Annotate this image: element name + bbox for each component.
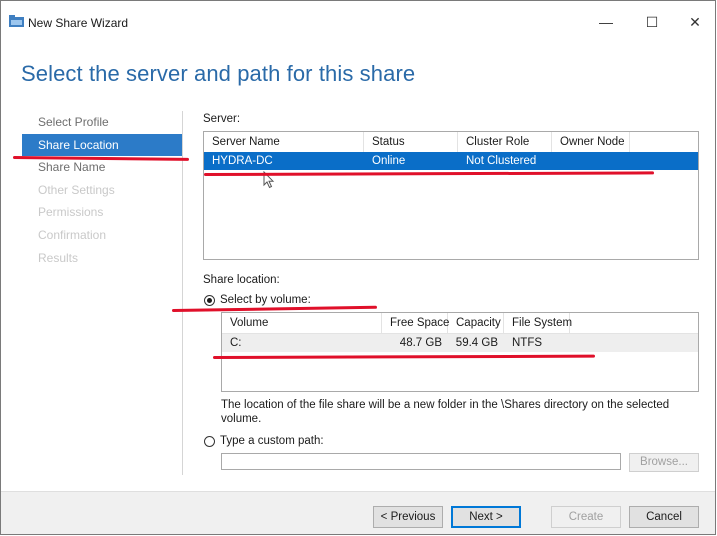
- custom-path-radio[interactable]: [204, 436, 215, 447]
- custom-path-input[interactable]: [221, 453, 621, 470]
- location-info-text: The location of the file share will be a…: [221, 399, 670, 425]
- column-header-free-space[interactable]: Free Space: [382, 313, 449, 333]
- next-button[interactable]: Next >: [451, 506, 521, 528]
- previous-button[interactable]: < Previous: [373, 506, 443, 528]
- share-folder-icon: [9, 15, 24, 27]
- free-space-cell: 48.7 GB: [399, 337, 442, 349]
- page-title: Select the server and path for this shar…: [21, 61, 416, 86]
- status-cell: Online: [372, 155, 406, 167]
- nav-item-results: Results: [38, 250, 79, 265]
- column-header-cluster-role[interactable]: Cluster Role: [458, 132, 552, 152]
- cluster-role-cell: Not Clustered: [466, 155, 537, 167]
- nav-item-share-location[interactable]: Share Location: [22, 133, 182, 157]
- nav-item-select-profile[interactable]: Select Profile: [22, 111, 182, 134]
- minimize-button[interactable]: —: [586, 9, 626, 35]
- select-by-volume-radio[interactable]: [204, 295, 215, 306]
- owner-node-cell: [552, 152, 630, 170]
- browse-button[interactable]: Browse...: [629, 453, 699, 472]
- cancel-button[interactable]: Cancel: [629, 506, 699, 528]
- table-row[interactable]: HYDRA-DC Online Not Clustered: [204, 152, 698, 170]
- share-location-label: Share location:: [203, 274, 280, 286]
- file-system-cell: NTFS: [512, 337, 543, 349]
- nav-item-confirmation: Confirmation: [38, 227, 107, 242]
- wizard-nav: Select Profile Share Location Share Name…: [22, 111, 182, 269]
- select-by-volume-label[interactable]: Select by volume:: [220, 294, 311, 306]
- server-table[interactable]: Server Name Status Cluster Role Owner No…: [203, 131, 699, 260]
- column-header-volume[interactable]: Volume: [222, 313, 382, 333]
- column-header-capacity[interactable]: Capacity: [448, 313, 504, 333]
- volume-table-header: Volume Free Space Capacity File System: [222, 313, 698, 334]
- server-label: Server:: [203, 113, 241, 125]
- server-name-cell: HYDRA-DC: [212, 155, 273, 167]
- column-header-file-system[interactable]: File System: [504, 313, 572, 333]
- column-header-owner-node[interactable]: Owner Node: [552, 132, 630, 152]
- table-row[interactable]: C: 48.7 GB 59.4 GB NTFS: [222, 334, 698, 352]
- title-bar[interactable]: New Share Wizard — ☐ ✕: [1, 1, 715, 33]
- server-table-header: Server Name Status Cluster Role Owner No…: [204, 132, 698, 153]
- nav-divider: [182, 111, 183, 475]
- column-header-status[interactable]: Status: [364, 132, 458, 152]
- capacity-cell: 59.4 GB: [455, 337, 498, 349]
- volume-cell: C:: [230, 337, 242, 349]
- close-button[interactable]: ✕: [675, 9, 715, 35]
- create-button: Create: [551, 506, 621, 528]
- nav-item-permissions: Permissions: [38, 205, 104, 220]
- custom-path-label[interactable]: Type a custom path:: [220, 435, 324, 447]
- volume-table[interactable]: Volume Free Space Capacity File System C…: [221, 312, 699, 392]
- maximize-button[interactable]: ☐: [632, 9, 672, 35]
- column-header-server-name[interactable]: Server Name: [204, 132, 364, 152]
- wizard-window: New Share Wizard — ☐ ✕ Select the server…: [0, 0, 716, 535]
- window-title: New Share Wizard: [28, 16, 129, 30]
- nav-item-other-settings: Other Settings: [38, 182, 115, 197]
